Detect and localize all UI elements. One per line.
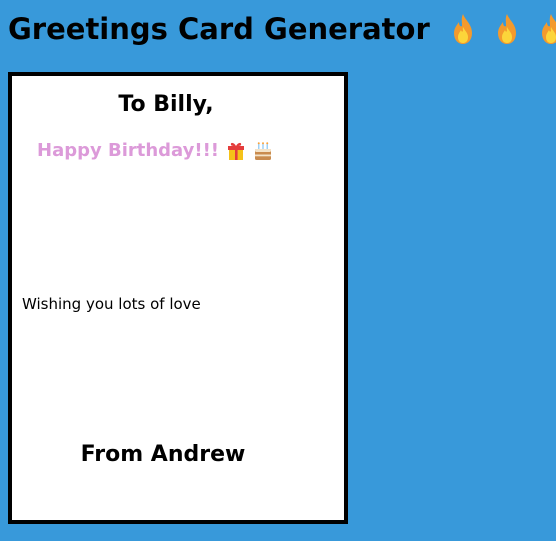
page-title-text: Greetings Card Generator	[8, 12, 430, 46]
page-title: Greetings Card Generator	[8, 12, 556, 46]
fire-icon	[497, 14, 516, 44]
card-sender: From Andrew	[80, 442, 246, 467]
card-message: Wishing you lots of love	[22, 295, 201, 313]
fire-icon	[453, 14, 472, 44]
card-greeting: Happy Birthday!!!	[37, 140, 273, 161]
card-recipient: To Billy,	[118, 92, 214, 117]
card-greeting-text: Happy Birthday!!!	[37, 140, 220, 161]
greeting-card: To Billy, Happy Birthday!!! Wishing you …	[8, 72, 348, 524]
birthday-cake-icon	[255, 141, 272, 160]
fire-icon	[541, 14, 556, 44]
gift-icon	[228, 142, 245, 160]
